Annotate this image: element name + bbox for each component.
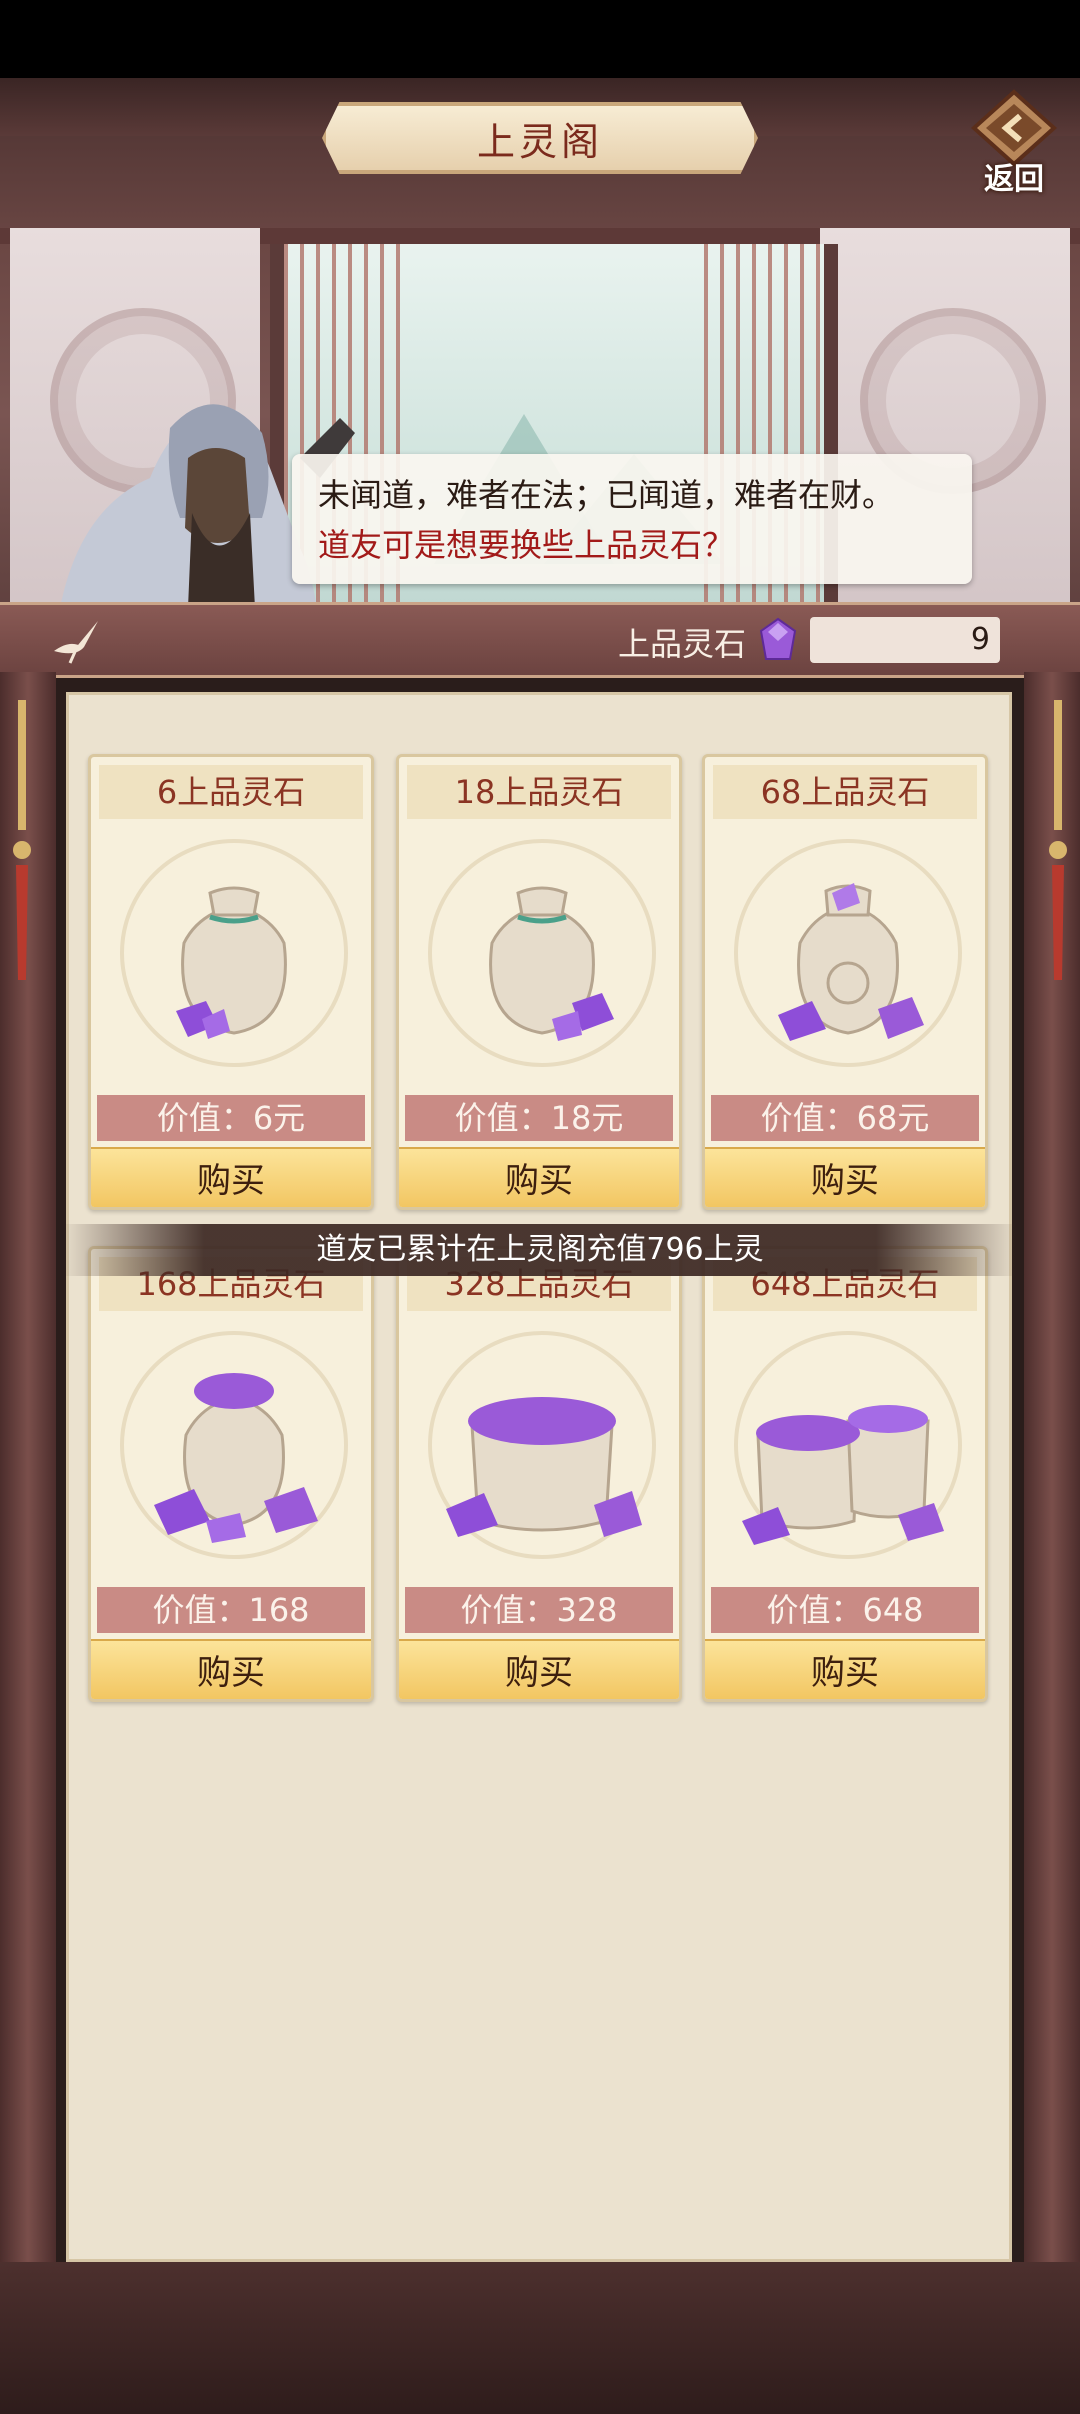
buy-button[interactable]: 购买 bbox=[705, 1639, 985, 1699]
status-bar bbox=[0, 0, 1080, 78]
product-price: 价值：648 bbox=[711, 1587, 979, 1633]
product-price: 价值：18元 bbox=[405, 1095, 673, 1141]
spirit-stone-bag-large-icon bbox=[120, 1331, 348, 1559]
currency-label: 上品灵石 bbox=[617, 625, 746, 663]
crane-icon bbox=[54, 621, 98, 664]
tassel-ornament bbox=[13, 700, 31, 980]
product-card: 168上品灵石 价值：168 购买 bbox=[88, 1246, 374, 1702]
tassel-ornament bbox=[1049, 700, 1067, 980]
buy-button[interactable]: 购买 bbox=[399, 1639, 679, 1699]
page-title: 上灵阁 bbox=[476, 119, 603, 164]
purple-gem-icon bbox=[759, 617, 797, 660]
spirit-stone-bag-medium-icon bbox=[734, 839, 962, 1067]
product-price: 价值：328 bbox=[405, 1587, 673, 1633]
product-price: 价值：68元 bbox=[711, 1095, 979, 1141]
floor-base bbox=[0, 2262, 1080, 2414]
product-price: 价值：168 bbox=[97, 1587, 365, 1633]
buy-button[interactable]: 购买 bbox=[91, 1147, 371, 1207]
recharge-notice: 道友已累计在上灵阁充值796上灵 bbox=[60, 1224, 1020, 1276]
buy-button[interactable]: 购买 bbox=[399, 1147, 679, 1207]
product-price: 价值：6元 bbox=[97, 1095, 365, 1141]
buy-button[interactable]: 购买 bbox=[705, 1147, 985, 1207]
product-title: 18上品灵石 bbox=[407, 765, 671, 819]
currency-amount: 9 bbox=[810, 617, 1000, 663]
product-card: 18上品灵石 价值：18元 购买 bbox=[396, 754, 682, 1210]
spirit-stone-sacks-pile-icon bbox=[734, 1331, 962, 1559]
page-title-plate: 上灵阁 bbox=[322, 102, 758, 174]
dialog-line-2: 道友可是想要换些上品灵石？ bbox=[318, 526, 735, 564]
currency-bar: 上品灵石 9 bbox=[0, 602, 1080, 678]
dialog-line-1: 未闻道，难者在法；已闻道，难者在财。 bbox=[318, 476, 895, 514]
back-label: 返回 bbox=[984, 162, 1044, 197]
dialog-bubble: 未闻道，难者在法；已闻道，难者在财。 道友可是想要换些上品灵石？ bbox=[292, 454, 972, 584]
spirit-stone-bag-small-icon bbox=[428, 839, 656, 1067]
product-card: 648上品灵石 价值：648 购买 bbox=[702, 1246, 988, 1702]
product-title: 6上品灵石 bbox=[99, 765, 363, 819]
product-card: 328上品灵石 价值：328 购买 bbox=[396, 1246, 682, 1702]
back-button[interactable]: 返回 bbox=[962, 88, 1066, 198]
spirit-stone-bag-small-icon bbox=[120, 839, 348, 1067]
buy-button[interactable]: 购买 bbox=[91, 1639, 371, 1699]
product-card: 68上品灵石 价值：68元 购买 bbox=[702, 754, 988, 1210]
product-card: 6上品灵石 价值：6元 购买 bbox=[88, 754, 374, 1210]
spirit-stone-sack-icon bbox=[428, 1331, 656, 1559]
product-title: 68上品灵石 bbox=[713, 765, 977, 819]
